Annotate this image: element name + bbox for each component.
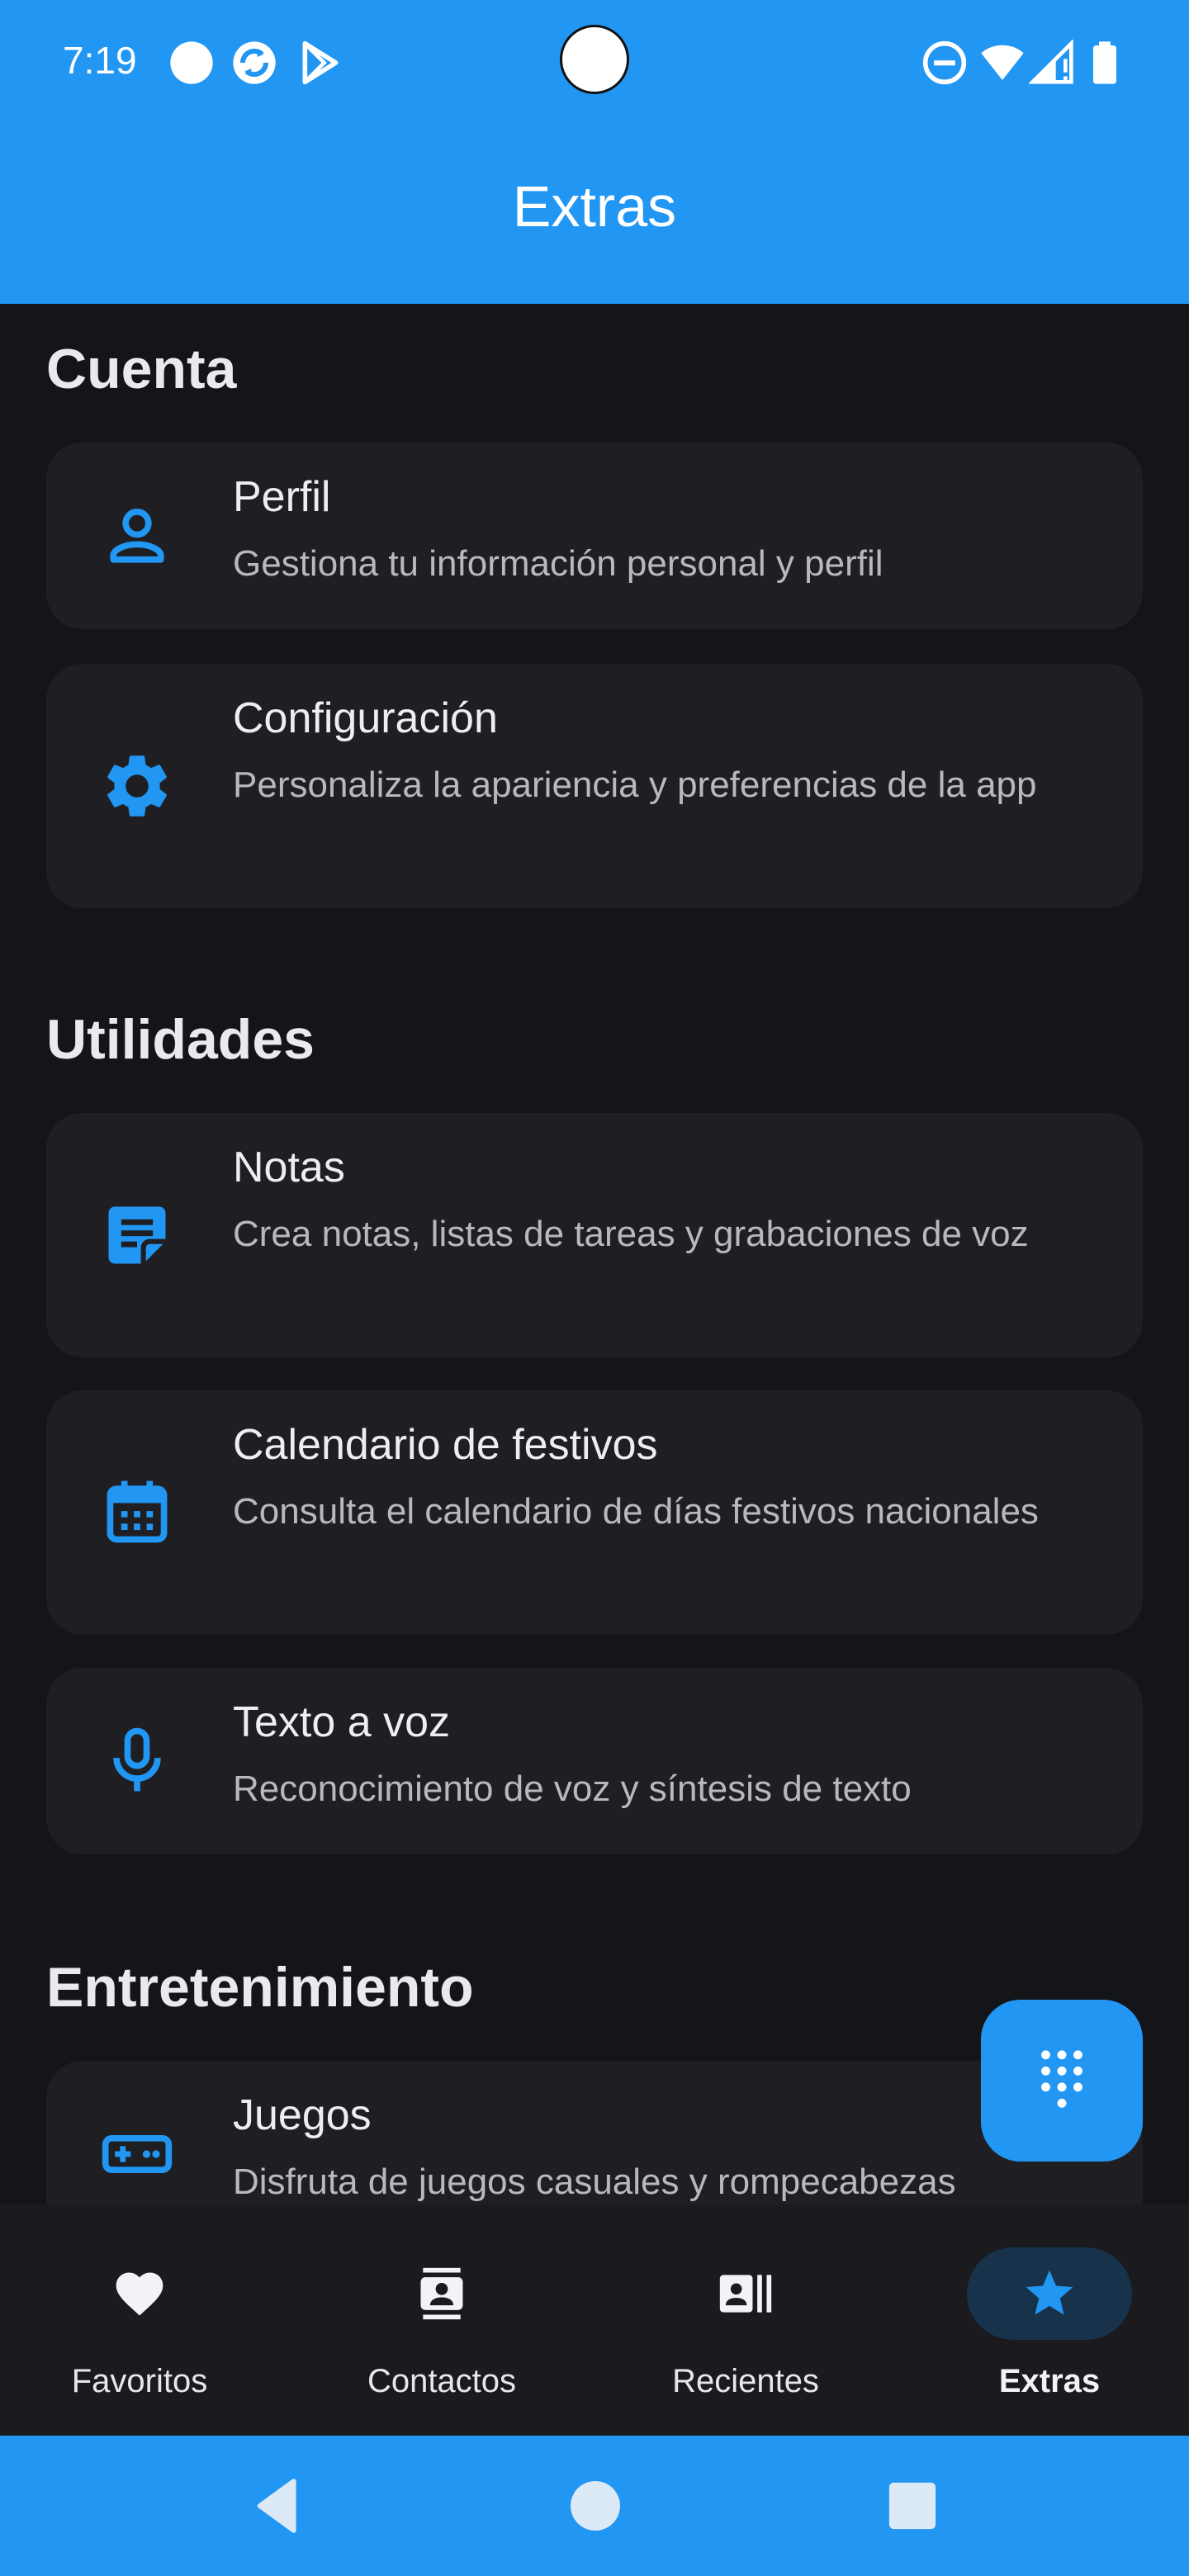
section-title-utilidades: Utilidades	[46, 1008, 315, 1071]
overview-icon[interactable]	[875, 2469, 950, 2543]
heart-icon	[116, 2272, 163, 2316]
card-juegos[interactable]: Juegos Disfruta de juegos casuales y rom…	[46, 2061, 1143, 2204]
nav-label: Recientes	[672, 2363, 819, 2399]
nav-item-favoritos[interactable]: Favoritos	[3, 2246, 276, 2411]
front-camera	[560, 25, 629, 94]
top-bar: 7:19 Extras	[0, 0, 1189, 304]
gear-icon	[107, 755, 167, 817]
dialpad-icon	[1041, 2050, 1082, 2108]
person-icon	[110, 509, 164, 563]
gamepad-icon	[102, 2135, 173, 2173]
nav-label: Extras	[998, 2363, 1101, 2399]
card-title: Texto a voz	[233, 1698, 451, 1746]
card-calendario-festivos[interactable]: Calendario de festivos Consulta el calen…	[46, 1390, 1143, 1635]
card-title: Configuración	[233, 694, 498, 742]
contacts-icon	[420, 2267, 463, 2320]
content-list[interactable]: Cuenta Perfil Gestiona tu información pe…	[0, 304, 1189, 2204]
card-description: Gestiona tu información personal y perfi…	[233, 543, 883, 584]
star-icon	[1026, 2270, 1073, 2315]
card-description: Consulta el calendario de días festivos …	[233, 1491, 1039, 1532]
nav-item-extras[interactable]: Extras	[913, 2246, 1186, 2411]
battery-icon	[1093, 41, 1116, 84]
status-bar: 7:19	[0, 0, 1189, 124]
nav-label: Contactos	[367, 2363, 517, 2399]
system-navigation-bar	[0, 2436, 1189, 2576]
cell-signal-icon	[1029, 40, 1073, 84]
app-bar-title: Extras	[512, 174, 677, 239]
card-title: Notas	[233, 1144, 345, 1191]
section-title-cuenta: Cuenta	[46, 338, 237, 400]
card-notas[interactable]: Notas Crea notas, listas de tareas y gra…	[46, 1113, 1143, 1357]
card-texto-a-voz[interactable]: Texto a voz Reconocimiento de voz y sínt…	[46, 1668, 1143, 1854]
section-title-entretenimiento: Entretenimiento	[46, 1956, 474, 2019]
nav-item-recientes[interactable]: Recientes	[609, 2246, 882, 2411]
card-title: Juegos	[233, 2091, 372, 2139]
calendar-icon	[107, 1480, 168, 1543]
do-not-disturb-icon	[922, 40, 967, 85]
card-configuracion[interactable]: Configuración Personaliza la apariencia …	[46, 664, 1143, 908]
sync-app-icon	[233, 41, 276, 84]
notification-dot-icon	[170, 41, 213, 84]
wifi-icon	[981, 45, 1024, 80]
play-store-icon	[302, 40, 339, 85]
bottom-navigation: Favoritos Contactos Recientes Extras	[0, 2204, 1189, 2436]
recents-icon	[719, 2275, 772, 2313]
card-description: Personaliza la apariencia y preferencias…	[233, 765, 1037, 805]
card-perfil[interactable]: Perfil Gestiona tu información personal …	[46, 443, 1143, 629]
dialpad-fab-button[interactable]	[981, 2000, 1143, 2162]
card-description: Crea notas, listas de tareas y grabacion…	[233, 1214, 1029, 1254]
card-title: Calendario de festivos	[233, 1421, 658, 1469]
note-icon	[108, 1206, 166, 1264]
status-time: 7:19	[63, 39, 137, 82]
nav-label: Favoritos	[71, 2363, 208, 2399]
nav-item-contactos[interactable]: Contactos	[306, 2246, 578, 2411]
back-icon[interactable]	[241, 2469, 315, 2543]
card-description: Disfruta de juegos casuales y rompecabez…	[233, 2162, 956, 2202]
home-icon[interactable]	[558, 2469, 632, 2543]
card-description: Reconocimiento de voz y síntesis de text…	[233, 1769, 912, 1809]
card-title: Perfil	[233, 473, 331, 521]
microphone-icon	[113, 1727, 161, 1792]
